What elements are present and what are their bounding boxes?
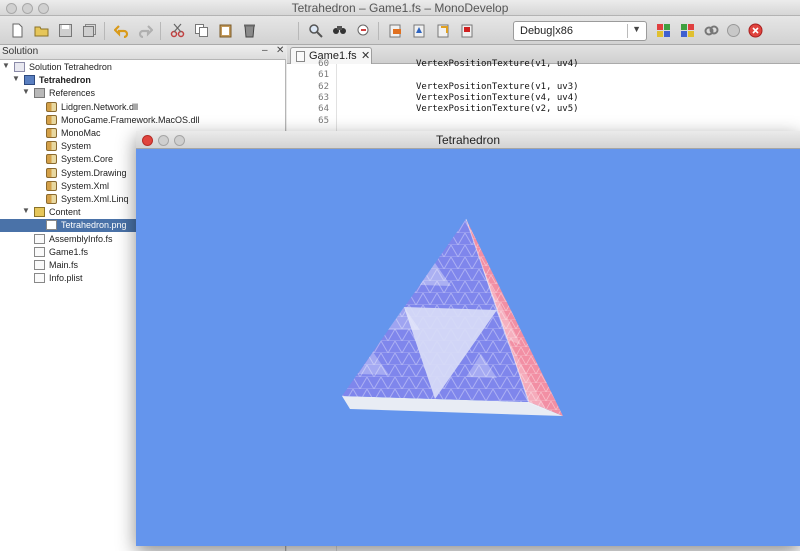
- line-number: 61: [318, 70, 329, 81]
- tree-item-label: Content: [49, 207, 81, 218]
- tree-item-label: System.Xml.Linq: [61, 194, 129, 204]
- toolbar: Debug|x86 ▼: [0, 16, 800, 45]
- delete-icon[interactable]: [242, 23, 257, 38]
- expand-arrow-icon[interactable]: ▼: [22, 87, 30, 96]
- plist-file-icon: [34, 273, 45, 284]
- line-number: 62: [318, 81, 329, 92]
- tree-item-label: Solution Tetrahedron: [29, 62, 112, 72]
- code-line: VertexPositionTexture(v2, uv5): [416, 104, 579, 115]
- chevron-down-icon: ▼: [632, 24, 641, 34]
- reference-icon: [46, 154, 57, 165]
- render-viewport[interactable]: [136, 149, 800, 546]
- stop-icon[interactable]: [748, 23, 763, 38]
- tree-item-label: Info.plist: [49, 273, 83, 284]
- tree-row[interactable]: ▼ References: [0, 87, 286, 100]
- png-file-icon: [46, 220, 57, 231]
- tree-item-label: System.Drawing: [61, 167, 127, 178]
- reference-icon: [46, 180, 57, 191]
- cut-icon[interactable]: [170, 23, 185, 38]
- tree-item-label: System.Xml: [61, 180, 110, 191]
- tree-row[interactable]: Lidgren.Network.dll: [0, 101, 286, 114]
- reference-icon: [46, 167, 57, 178]
- tree-row[interactable]: MonoGame.Framework.MacOS.dll: [0, 114, 286, 127]
- solution-pad-header: Solution – ✕: [0, 45, 286, 60]
- expand-arrow-icon[interactable]: ▼: [2, 61, 10, 70]
- tree-item-label: System: [61, 141, 92, 152]
- build-all-icon[interactable]: [412, 23, 427, 38]
- line-number: 63: [318, 92, 329, 103]
- solution-icon: [14, 62, 25, 72]
- tree-item-label: MonoGame.Framework.MacOS.dll: [61, 114, 200, 125]
- project-icon: [24, 75, 35, 86]
- tree-row[interactable]: ▼ Solution Tetrahedron: [0, 61, 286, 74]
- find-icon[interactable]: [308, 23, 323, 38]
- clean-icon[interactable]: [460, 23, 475, 38]
- redo-icon[interactable]: [138, 23, 153, 38]
- tetrahedron-render: [342, 218, 563, 416]
- game-window-titlebar: Tetrahedron: [136, 131, 800, 149]
- reference-icon: [46, 194, 57, 204]
- reference-icon: [46, 101, 57, 112]
- expand-arrow-icon[interactable]: ▼: [22, 206, 30, 215]
- reference-icon: [46, 141, 57, 152]
- fs-file-icon: [34, 260, 45, 270]
- tree-item-label: References: [49, 88, 96, 99]
- save-icon[interactable]: [58, 23, 73, 38]
- window-title: Tetrahedron – Game1.fs – MonoDevelop: [291, 1, 509, 15]
- debug-icon[interactable]: [680, 23, 695, 38]
- tree-row[interactable]: ▼ Tetrahedron: [0, 74, 286, 87]
- fs-file-icon: [34, 246, 45, 257]
- attach-icon[interactable]: [704, 23, 719, 38]
- paste-icon[interactable]: [218, 23, 233, 38]
- rebuild-icon[interactable]: [436, 23, 451, 38]
- line-number: 64: [318, 104, 329, 115]
- build-icon[interactable]: [388, 23, 403, 38]
- tree-item-label: Lidgren.Network.dll: [61, 101, 139, 112]
- close-pad-icon[interactable]: ✕: [276, 45, 284, 56]
- replace-icon[interactable]: [356, 23, 371, 38]
- tree-item-label: MonoMac: [61, 128, 101, 138]
- close-tab-icon[interactable]: ✕: [361, 49, 370, 62]
- tree-item-label: AssemblyInfo.fs: [49, 233, 113, 244]
- code-line: VertexPositionTexture(v1, uv3): [416, 81, 579, 92]
- expand-arrow-icon[interactable]: ▼: [12, 74, 20, 83]
- reference-icon: [46, 128, 57, 138]
- tree-item-label: Game1.fs: [49, 246, 89, 257]
- game-window-title: Tetrahedron: [435, 133, 501, 147]
- tree-item-label: Main.fs: [49, 260, 79, 270]
- main-titlebar: Tetrahedron – Game1.fs – MonoDevelop: [0, 0, 800, 16]
- save-all-icon[interactable]: [82, 23, 97, 38]
- solution-pad-title: Solution: [2, 46, 39, 57]
- fs-file-icon: [34, 233, 45, 244]
- pause-icon[interactable]: [726, 23, 741, 38]
- open-folder-icon[interactable]: [34, 23, 49, 38]
- new-file-icon[interactable]: [10, 23, 25, 38]
- configuration-selector[interactable]: Debug|x86 ▼: [513, 21, 647, 41]
- tree-item-label: Tetrahedron.png: [61, 220, 127, 231]
- reference-icon: [46, 114, 57, 125]
- configuration-value: Debug|x86: [520, 25, 574, 37]
- copy-icon[interactable]: [194, 23, 209, 38]
- find-in-files-icon[interactable]: [332, 23, 347, 38]
- line-number: 60: [318, 59, 329, 69]
- line-number: 65: [318, 115, 329, 126]
- minimize-pad-icon[interactable]: –: [262, 45, 268, 56]
- tree-item-label: System.Core: [61, 154, 114, 165]
- game-window: Tetrahedron: [136, 131, 800, 546]
- run-icon[interactable]: [656, 23, 671, 38]
- references-folder-icon: [34, 88, 45, 99]
- code-line: VertexPositionTexture(v4, uv4): [416, 92, 579, 103]
- undo-icon[interactable]: [114, 23, 129, 38]
- tree-item-label: Tetrahedron: [39, 75, 91, 86]
- code-line: VertexPositionTexture(v1, uv4): [416, 59, 579, 69]
- folder-icon: [34, 207, 45, 218]
